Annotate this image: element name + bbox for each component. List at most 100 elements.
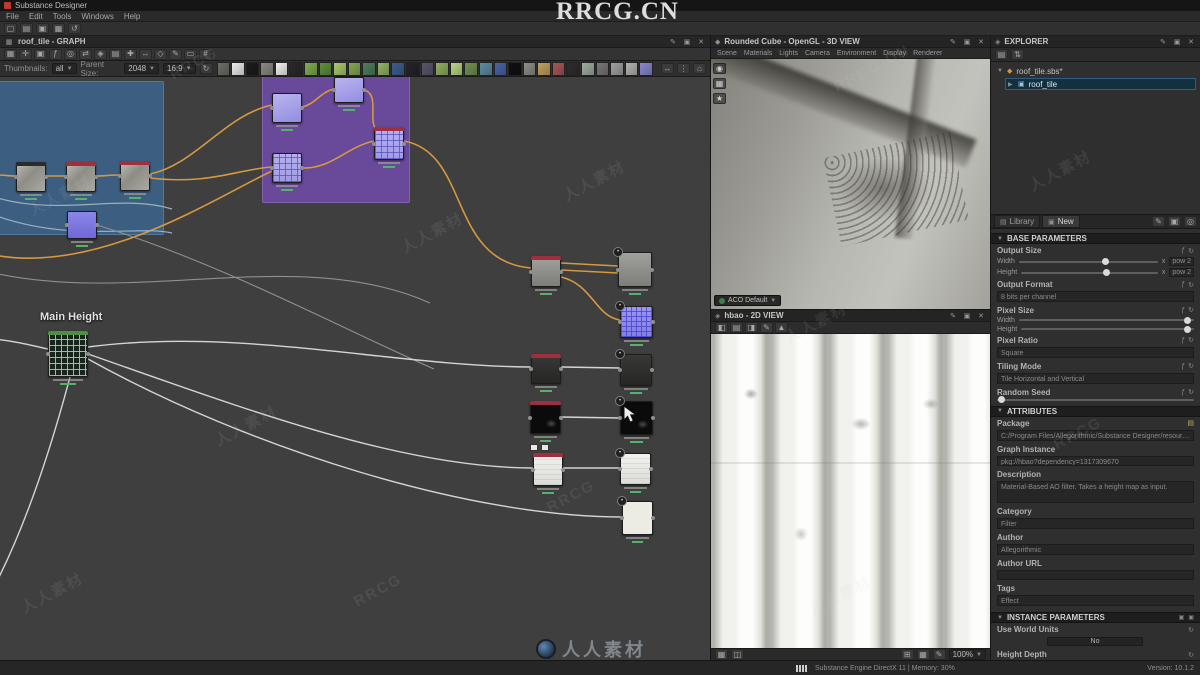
close-panel-icon[interactable]: ✕	[1186, 38, 1196, 46]
output-thumbnail-28[interactable]	[625, 62, 639, 76]
grid-toggle-icon[interactable]: ⊞	[901, 649, 914, 660]
random-seed-slider[interactable]	[997, 399, 1194, 401]
graph-node-1[interactable]	[66, 162, 96, 192]
pixel-height-slider[interactable]	[1021, 328, 1194, 330]
ratio-select[interactable]: 16:9▼	[163, 63, 196, 74]
graph-tab-label[interactable]: roof_tile - GRAPH	[18, 37, 86, 46]
float-panel-icon[interactable]: ▣	[1172, 38, 1182, 46]
graph-canvas[interactable]: Main Height ••••••	[0, 77, 710, 660]
frame-tool-icon[interactable]: ▣	[34, 49, 47, 60]
width-mode-select[interactable]: pow 2	[1169, 257, 1194, 266]
reset-icon[interactable]: ↻	[1188, 626, 1194, 634]
output-thumbnail-13[interactable]	[406, 62, 420, 76]
output-thumbnail-20[interactable]	[508, 62, 522, 76]
close-panel-icon[interactable]: ✕	[696, 38, 706, 46]
edit-panel-icon[interactable]: ✎	[948, 38, 958, 46]
bake-icon[interactable]: ▣	[1188, 614, 1194, 621]
folder-icon[interactable]: ▤	[1187, 419, 1194, 427]
add-node-icon[interactable]: ✚	[124, 49, 137, 60]
author-field[interactable]: Allegorithmic	[997, 544, 1194, 555]
graph-node-6[interactable]	[272, 153, 302, 183]
graph-node-5[interactable]	[272, 93, 302, 123]
section-instance-parameters[interactable]: ▼ INSTANCE PARAMETERS ▣ ▣	[991, 612, 1200, 623]
output-thumbnail-17[interactable]	[464, 62, 478, 76]
output-thumbnail-21[interactable]	[523, 62, 537, 76]
graph-node-13[interactable]: •	[620, 354, 652, 386]
close-panel-icon[interactable]: ✕	[976, 312, 986, 320]
edit-panel-icon[interactable]: ✎	[668, 38, 678, 46]
move-tool-icon[interactable]: ✛	[19, 49, 32, 60]
region-select-icon[interactable]: ▭	[184, 49, 197, 60]
category-field[interactable]: Filter	[997, 518, 1194, 529]
output-thumbnail-19[interactable]	[494, 62, 508, 76]
grid-snap-icon[interactable]: ▦	[4, 49, 17, 60]
float-panel-icon[interactable]: ▣	[682, 38, 692, 46]
output-thumbnail-5[interactable]	[289, 62, 303, 76]
thumbnails-select[interactable]: all▼	[52, 63, 77, 74]
float-panel-icon[interactable]: ▣	[962, 38, 972, 46]
tab-library[interactable]: ▤ Library	[994, 215, 1040, 228]
pin-panel-icon[interactable]: ▣	[1168, 216, 1181, 227]
output-thumbnail-24[interactable]	[566, 62, 580, 76]
function-icon[interactable]: ƒ	[1181, 307, 1185, 314]
output-format-select[interactable]: 8 bits per channel	[997, 291, 1194, 302]
section-base-parameters[interactable]: ▼ BASE PARAMETERS	[991, 233, 1200, 244]
display-mode-icon[interactable]: ▦	[713, 78, 726, 89]
tiling-toggle-icon[interactable]: ▦	[715, 649, 728, 660]
menu-renderer[interactable]: Renderer	[913, 50, 942, 57]
sort-icon[interactable]: ⇅	[1011, 49, 1024, 60]
graph-node-12[interactable]	[531, 354, 561, 384]
output-thumbnail-3[interactable]	[260, 62, 274, 76]
menu-camera[interactable]: Camera	[805, 50, 830, 57]
menu-lights[interactable]: Lights	[779, 50, 798, 57]
fit-all-icon[interactable]: ↔	[661, 63, 674, 74]
graph-node-8[interactable]	[48, 331, 88, 377]
menu-edit[interactable]: Edit	[29, 12, 43, 21]
menu-materials[interactable]: Materials	[744, 50, 772, 57]
parent-size-select[interactable]: 2048▼	[124, 63, 159, 74]
link-tool-icon[interactable]: ⇄	[79, 49, 92, 60]
graph-node-3[interactable]	[67, 211, 97, 239]
pixel-width-slider[interactable]	[1019, 319, 1194, 321]
close-panel-icon[interactable]: ✕	[976, 38, 986, 46]
save-all-icon[interactable]: ▦	[52, 23, 65, 34]
pixel-ratio-select[interactable]: Square	[997, 347, 1194, 358]
output-thumbnail-16[interactable]	[450, 62, 464, 76]
output-thumbnail-18[interactable]	[479, 62, 493, 76]
menu-file[interactable]: File	[6, 12, 19, 21]
output-thumbnail-4[interactable]	[275, 62, 289, 76]
use-world-units-toggle[interactable]: No	[1047, 637, 1143, 646]
split-view-icon[interactable]: ◨	[745, 322, 758, 333]
bookmark-icon[interactable]: ★	[713, 93, 726, 104]
float-panel-icon[interactable]: ▣	[962, 312, 972, 320]
graph-node-10[interactable]: •	[618, 252, 652, 287]
output-thumbnail-14[interactable]	[421, 62, 435, 76]
output-thumbnail-0[interactable]	[217, 62, 231, 76]
edit-tool-icon[interactable]: ✎	[169, 49, 182, 60]
graph-node-7[interactable]	[374, 127, 404, 160]
menu-windows[interactable]: Windows	[81, 12, 113, 21]
open-file-icon[interactable]: ▤	[20, 23, 33, 34]
output-thumbnail-10[interactable]	[362, 62, 376, 76]
preset-icon[interactable]: ▣	[1179, 614, 1185, 621]
graph-node-17[interactable]: •	[620, 453, 651, 485]
reset-icon[interactable]: ↻	[1188, 247, 1194, 255]
new-file-icon[interactable]: ▢	[4, 23, 17, 34]
chevron-right-icon[interactable]: ▶	[1008, 81, 1014, 88]
reset-icon[interactable]: ↻	[1188, 281, 1194, 289]
function-tool-icon[interactable]: ƒ	[49, 49, 62, 60]
reset-icon[interactable]: ↻	[1188, 362, 1194, 370]
function-icon[interactable]: ƒ	[1181, 389, 1185, 396]
graph-node-18[interactable]: •	[622, 501, 653, 535]
section-attributes[interactable]: ▼ ATTRIBUTES	[991, 406, 1200, 417]
height-mode-select[interactable]: pow 2	[1169, 268, 1194, 277]
play-icon[interactable]: ▲	[775, 322, 788, 333]
tiling-mode-select[interactable]: Tile Horizontal and Vertical	[997, 373, 1194, 384]
output-thumbnail-9[interactable]	[348, 62, 362, 76]
edit-panel-icon[interactable]: ✎	[948, 312, 958, 320]
author-url-field[interactable]	[997, 570, 1194, 580]
chevron-down-icon[interactable]: ▼	[997, 68, 1003, 74]
output-thumbnail-15[interactable]	[435, 62, 449, 76]
output-thumbnail-26[interactable]	[596, 62, 610, 76]
view3d-viewport[interactable]: ◉▦★ ACO Default ▼	[711, 59, 990, 309]
